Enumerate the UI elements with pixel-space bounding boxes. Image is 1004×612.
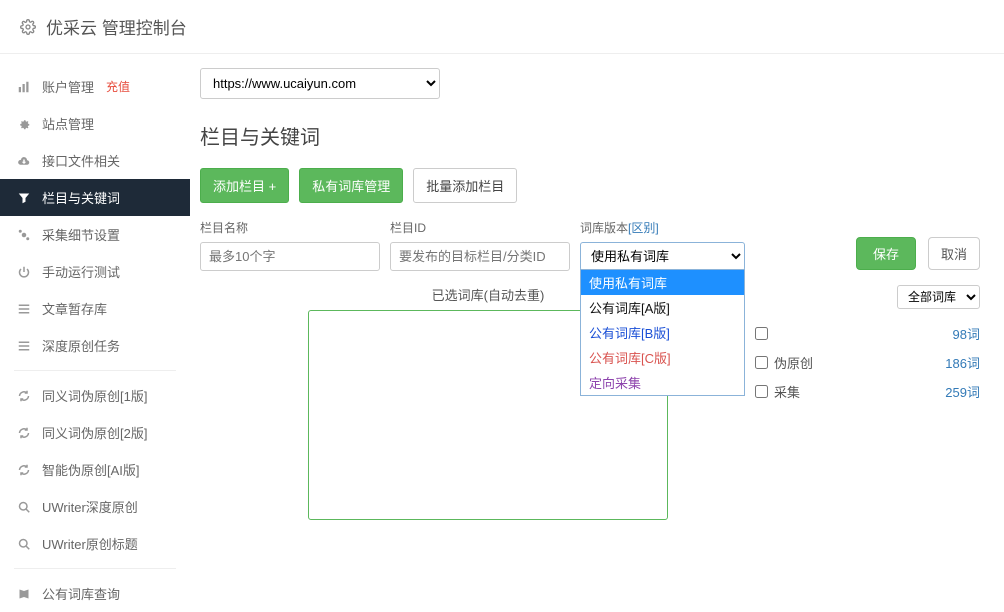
sidebar-item-label: 同义词伪原创[2版] xyxy=(42,423,147,442)
page-header: 优采云 管理控制台 xyxy=(0,0,1004,54)
sidebar-item-label: 账户管理 xyxy=(42,77,94,96)
sidebar-item-public-lex[interactable]: 公有词库查询 xyxy=(0,575,190,612)
app-title: 优采云 管理控制台 xyxy=(46,14,187,39)
sidebar-item-label: 智能伪原创[AI版] xyxy=(42,460,140,479)
field-row: 栏目名称 栏目ID 词库版本[区别] 使用私有词库 使用私有词库公有词库[A版]… xyxy=(200,219,980,271)
refresh-icon xyxy=(18,390,32,402)
sidebar: 账户管理充值站点管理接口文件相关栏目与关键词采集细节设置手动运行测试文章暂存库深… xyxy=(0,54,190,612)
dropdown-option[interactable]: 公有词库[C版] xyxy=(581,345,744,370)
sidebar-item-articles[interactable]: 文章暂存库 xyxy=(0,290,190,327)
save-button[interactable]: 保存 xyxy=(856,237,916,270)
bar-chart-icon xyxy=(18,81,32,93)
add-column-button[interactable]: 添加栏目 + xyxy=(200,168,289,203)
sidebar-item-syn1[interactable]: 同义词伪原创[1版] xyxy=(0,377,190,414)
lexicon-list-panel: 全部词库 98词伪原创 186词采集 259词 xyxy=(755,285,980,406)
sidebar-item-account[interactable]: 账户管理充值 xyxy=(0,68,190,105)
search-icon xyxy=(18,501,32,513)
list-icon xyxy=(18,303,32,315)
main-content: https://www.ucaiyun.com 栏目与关键词 添加栏目 + 私有… xyxy=(190,54,1004,612)
lexicon-checkbox[interactable] xyxy=(755,327,768,340)
lexicon-item[interactable]: 伪原创 186词 xyxy=(755,348,980,377)
lexicon-version-select[interactable]: 使用私有词库 xyxy=(580,242,745,271)
lexicon-label: 采集 xyxy=(774,382,800,401)
sidebar-item-uwriter-deep[interactable]: UWriter深度原创 xyxy=(0,488,190,525)
sidebar-item-syn2[interactable]: 同义词伪原创[2版] xyxy=(0,414,190,451)
batch-add-button[interactable]: 批量添加栏目 xyxy=(413,168,517,203)
sidebar-item-site[interactable]: 站点管理 xyxy=(0,105,190,142)
page-title: 栏目与关键词 xyxy=(200,121,980,150)
dropdown-option[interactable]: 使用私有词库 xyxy=(581,270,744,295)
sliders-icon xyxy=(18,229,32,241)
sidebar-item-run[interactable]: 手动运行测试 xyxy=(0,253,190,290)
sidebar-item-columns[interactable]: 栏目与关键词 xyxy=(0,179,190,216)
sidebar-item-label: 手动运行测试 xyxy=(42,262,120,281)
sidebar-item-label: 同义词伪原创[1版] xyxy=(42,386,147,405)
cancel-button[interactable]: 取消 xyxy=(928,237,980,270)
book-icon xyxy=(18,588,32,600)
list-icon xyxy=(18,340,32,352)
sidebar-item-deep[interactable]: 深度原创任务 xyxy=(0,327,190,364)
search-icon xyxy=(18,538,32,550)
sidebar-item-label: UWriter原创标题 xyxy=(42,534,138,553)
lexicon-label: 伪原创 xyxy=(774,353,813,372)
lexicon-item[interactable]: 采集 259词 xyxy=(755,377,980,406)
sidebar-item-label: 文章暂存库 xyxy=(42,299,107,318)
sidebar-divider xyxy=(14,370,176,371)
power-icon xyxy=(18,266,32,278)
lexicon-version-label: 词库版本[区别] xyxy=(580,219,745,236)
cloud-download-icon xyxy=(18,155,32,167)
lexicon-count[interactable]: 259词 xyxy=(945,382,980,401)
sidebar-item-ai[interactable]: 智能伪原创[AI版] xyxy=(0,451,190,488)
gear-icon xyxy=(20,19,36,35)
recharge-badge: 充值 xyxy=(106,78,130,95)
private-lexicon-button[interactable]: 私有词库管理 xyxy=(299,168,403,203)
column-id-input[interactable] xyxy=(390,242,570,271)
sidebar-item-label: 站点管理 xyxy=(42,114,94,133)
lexicon-filter-select[interactable]: 全部词库 xyxy=(897,285,980,309)
filter-icon xyxy=(18,192,32,204)
refresh-icon xyxy=(18,427,32,439)
sidebar-divider xyxy=(14,568,176,569)
button-row: 添加栏目 + 私有词库管理 批量添加栏目 xyxy=(200,168,980,203)
dropdown-option[interactable]: 公有词库[B版] xyxy=(581,320,744,345)
sidebar-item-label: 公有词库查询 xyxy=(42,584,120,603)
site-select[interactable]: https://www.ucaiyun.com xyxy=(200,68,440,99)
sidebar-item-api[interactable]: 接口文件相关 xyxy=(0,142,190,179)
sidebar-item-label: 接口文件相关 xyxy=(42,151,120,170)
sidebar-item-label: 深度原创任务 xyxy=(42,336,120,355)
sidebar-item-uwriter-title[interactable]: UWriter原创标题 xyxy=(0,525,190,562)
lexicon-item[interactable]: 98词 xyxy=(755,319,980,348)
diff-link[interactable]: [区别] xyxy=(628,221,659,235)
lexicon-checkbox[interactable] xyxy=(755,385,768,398)
gear-icon xyxy=(18,118,32,130)
lexicon-count[interactable]: 186词 xyxy=(945,353,980,372)
lexicon-checkbox[interactable] xyxy=(755,356,768,369)
sidebar-item-label: 栏目与关键词 xyxy=(42,188,120,207)
refresh-icon xyxy=(18,464,32,476)
dropdown-option[interactable]: 定向采集 xyxy=(581,370,744,395)
lexicon-version-dropdown: 使用私有词库公有词库[A版]公有词库[B版]公有词库[C版]定向采集 xyxy=(580,269,745,396)
column-name-label: 栏目名称 xyxy=(200,219,380,236)
column-name-input[interactable] xyxy=(200,242,380,271)
dropdown-option[interactable]: 公有词库[A版] xyxy=(581,295,744,320)
lexicon-count[interactable]: 98词 xyxy=(953,324,980,343)
sidebar-item-collect[interactable]: 采集细节设置 xyxy=(0,216,190,253)
column-id-label: 栏目ID xyxy=(390,219,570,236)
sidebar-item-label: 采集细节设置 xyxy=(42,225,120,244)
